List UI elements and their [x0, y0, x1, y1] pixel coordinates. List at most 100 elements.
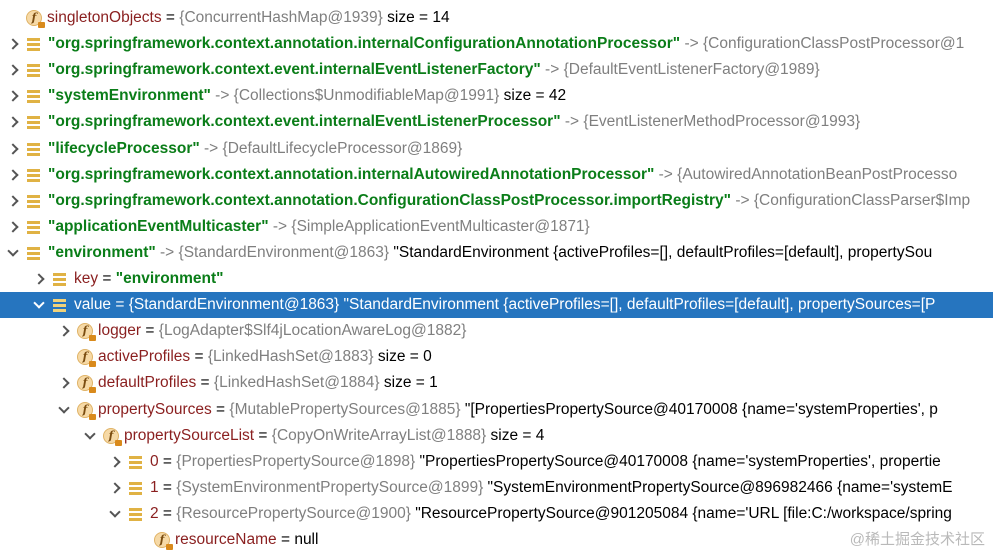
row-text-str: "applicationEventMulticaster": [48, 218, 269, 235]
row-text-k: singletonObjects: [47, 9, 162, 26]
row-text-eq: =: [158, 479, 177, 496]
tree-row[interactable]: f logger = {LogAdapter$Slf4jLocationAware…: [0, 318, 993, 344]
expand-down-icon[interactable]: [6, 246, 20, 260]
row-text-eq: size = 4: [486, 427, 545, 444]
tree-row[interactable]: key = "environment": [0, 266, 993, 292]
row-text-eq: = null: [276, 531, 319, 548]
row-text-str: "lifecycleProcessor": [48, 140, 200, 157]
map-entry-icon: [26, 245, 42, 261]
expand-right-icon[interactable]: [108, 455, 122, 469]
tree-row[interactable]: "org.springframework.context.annotation.…: [0, 188, 993, 214]
row-text-eq: size = 1: [379, 374, 438, 391]
row-text-str: "org.springframework.context.event.inter…: [48, 113, 561, 130]
tree-row[interactable]: f activeProfiles = {LinkedHashSet@1883} s…: [0, 344, 993, 370]
row-text-str: "org.springframework.context.event.inter…: [48, 61, 541, 78]
tree-row[interactable]: "lifecycleProcessor" -> {DefaultLifecycl…: [0, 136, 993, 162]
tree-row[interactable]: value = {StandardEnvironment@1863} "Stan…: [0, 292, 993, 318]
row-text-eq: size = 0: [373, 348, 432, 365]
row-text-k: value: [74, 296, 112, 313]
tree-row[interactable]: f resourceName = null: [0, 527, 993, 553]
tree-row[interactable]: "applicationEventMulticaster" -> {Simple…: [0, 214, 993, 240]
expand-down-icon[interactable]: [32, 298, 46, 312]
row-text-eq: =: [111, 296, 129, 313]
tree-row[interactable]: "systemEnvironment" -> {Collections$Unmo…: [0, 83, 993, 109]
expand-down-icon[interactable]: [108, 507, 122, 521]
row-text-str: "org.springframework.context.annotation.…: [48, 166, 655, 183]
map-entry-icon: [52, 297, 68, 313]
row-text-eq: =: [190, 348, 208, 365]
tree-row[interactable]: "org.springframework.context.event.inter…: [0, 109, 993, 135]
row-text-str: "environment": [115, 270, 224, 287]
map-entry-icon: [26, 141, 42, 157]
tree-row[interactable]: "org.springframework.context.annotation.…: [0, 162, 993, 188]
row-text-ref: {LogAdapter$Slf4jLocationAwareLog@1882}: [158, 322, 467, 339]
tree-row[interactable]: "org.springframework.context.event.inter…: [0, 57, 993, 83]
row-text-ref: {LinkedHashSet@1883}: [207, 348, 374, 365]
map-entry-icon: [128, 454, 144, 470]
row-text-eq: "StandardEnvironment {activeProfiles=[],…: [339, 296, 936, 313]
row-text-eq: =: [254, 427, 272, 444]
tree-row[interactable]: 2 = {ResourcePropertySource@1900} "Resou…: [0, 501, 993, 527]
row-text-k: defaultProfiles: [98, 374, 197, 391]
expand-right-icon[interactable]: [6, 168, 20, 182]
tree-row[interactable]: f propertySourceList = {CopyOnWriteArrayL…: [0, 423, 993, 449]
row-text-eq: =: [158, 505, 177, 522]
row-text-eq: =: [98, 270, 116, 287]
tree-row[interactable]: "org.springframework.context.annotation.…: [0, 31, 993, 57]
expand-down-icon[interactable]: [83, 429, 97, 443]
expand-right-icon[interactable]: [108, 481, 122, 495]
expand-right-icon[interactable]: [57, 376, 71, 390]
field-icon: f: [77, 348, 96, 367]
row-text-k: 2: [150, 505, 159, 522]
field-icon: f: [26, 9, 45, 28]
expand-right-icon[interactable]: [6, 142, 20, 156]
row-text-k: 0: [150, 453, 159, 470]
row-text-eq: =: [161, 9, 180, 26]
row-text-ref: {StandardEnvironment@1863}: [128, 296, 340, 313]
expand-right-icon[interactable]: [32, 272, 46, 286]
tree-row[interactable]: "environment" -> {StandardEnvironment@18…: [0, 240, 993, 266]
row-text-ref: -> {DefaultLifecycleProcessor@1869}: [199, 140, 463, 157]
row-text-eq: "StandardEnvironment {activeProfiles=[],…: [389, 244, 933, 261]
field-icon: f: [77, 374, 96, 393]
expand-right-icon[interactable]: [6, 37, 20, 51]
expand-right-icon[interactable]: [6, 194, 20, 208]
row-text-eq: "ResourcePropertySource@901205084 {name=…: [410, 505, 952, 522]
row-text-k: propertySources: [98, 401, 212, 418]
expand-right-icon[interactable]: [6, 63, 20, 77]
expand-right-icon[interactable]: [6, 89, 20, 103]
field-icon: f: [77, 401, 96, 420]
tree-row[interactable]: f propertySources = {MutablePropertySourc…: [0, 397, 993, 423]
field-icon: f: [154, 531, 173, 550]
row-text-ref: -> {StandardEnvironment@1863}: [155, 244, 390, 261]
row-text-ref: -> {AutowiredAnnotationBeanPostProcesso: [654, 166, 958, 183]
row-text-ref: {ResourcePropertySource@1900}: [176, 505, 411, 522]
expand-down-icon[interactable]: [57, 403, 71, 417]
map-entry-icon: [128, 506, 144, 522]
map-entry-icon: [52, 271, 68, 287]
row-text-ref: -> {ConfigurationClassParser$Imp: [731, 192, 971, 209]
row-text-str: "systemEnvironment": [48, 87, 211, 104]
row-text-k: resourceName: [175, 531, 277, 548]
tree-row[interactable]: f defaultProfiles = {LinkedHashSet@1884} …: [0, 370, 993, 396]
map-entry-icon: [26, 167, 42, 183]
row-text-k: 1: [150, 479, 159, 496]
row-text-eq: =: [141, 322, 159, 339]
tree-row[interactable]: 1 = {SystemEnvironmentPropertySource@189…: [0, 475, 993, 501]
row-text-str: "environment": [48, 244, 156, 261]
expand-right-icon[interactable]: [6, 220, 20, 234]
row-text-k: key: [74, 270, 99, 287]
row-text-ref: {LinkedHashSet@1884}: [213, 374, 380, 391]
row-text-ref: -> {ConfigurationClassPostProcessor@1: [680, 35, 965, 52]
row-text-ref: -> {SimpleApplicationEventMulticaster@18…: [268, 218, 590, 235]
tree-row[interactable]: f singletonObjects = {ConcurrentHashMap@1…: [0, 5, 993, 31]
row-text-eq: "[PropertiesPropertySource@40170008 {nam…: [460, 401, 938, 418]
map-entry-icon: [26, 114, 42, 130]
row-text-eq: size = 14: [382, 9, 450, 26]
map-entry-icon: [26, 219, 42, 235]
map-entry-icon: [26, 88, 42, 104]
row-text-ref: -> {DefaultEventListenerFactory@1989}: [540, 61, 820, 78]
expand-right-icon[interactable]: [6, 115, 20, 129]
expand-right-icon[interactable]: [57, 324, 71, 338]
tree-row[interactable]: 0 = {PropertiesPropertySource@1898} "Pro…: [0, 449, 993, 475]
